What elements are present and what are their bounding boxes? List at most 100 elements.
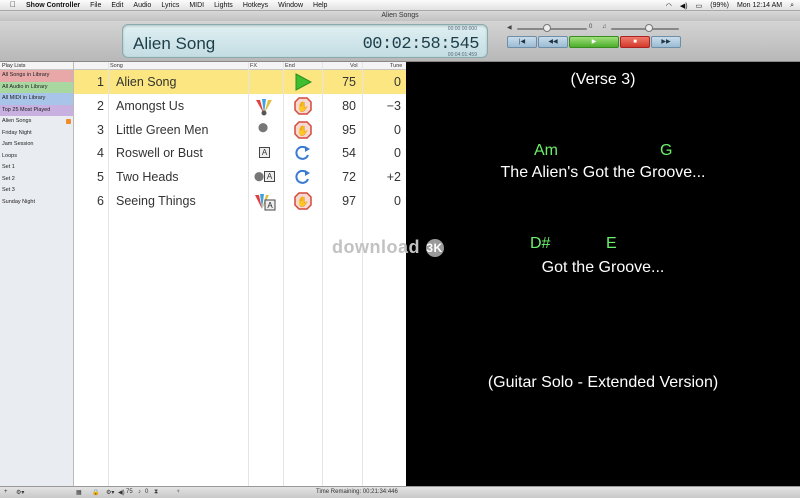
sidebar-item-top-25[interactable]: Top 25 Most Played xyxy=(0,104,73,116)
column-divider xyxy=(108,62,109,486)
fast-forward-button[interactable]: ▶▶ xyxy=(651,36,681,48)
table-row[interactable]: 5 Two Heads ⬤ A 72 +2 xyxy=(74,165,406,189)
menu-app-name[interactable]: Show Controller xyxy=(26,2,80,9)
menu-help[interactable]: Help xyxy=(313,2,327,9)
stop-button[interactable]: ■ xyxy=(620,36,650,48)
column-divider xyxy=(283,62,284,486)
loop-icon[interactable] xyxy=(294,144,312,162)
sidebar-item-loops[interactable]: Loops xyxy=(0,151,73,163)
row-number: 1 xyxy=(97,75,104,89)
menu-lights[interactable]: Lights xyxy=(214,2,233,9)
volume-icon[interactable]: ◀) xyxy=(680,2,688,10)
menu-file[interactable]: File xyxy=(90,2,101,9)
status-volume: 75 xyxy=(126,489,133,495)
tune-value: +2 xyxy=(386,170,401,185)
menu-hotkeys[interactable]: Hotkeys xyxy=(243,2,268,9)
dots-icon[interactable]: ⬤ xyxy=(258,122,268,133)
song-name: Little Green Men xyxy=(116,122,209,137)
pitch-slider-knob[interactable] xyxy=(645,24,653,32)
pitch-icon: ♪ xyxy=(138,489,141,495)
settings-icon[interactable]: ⚙▾ xyxy=(106,489,114,496)
time-remaining: Time Remaining: 00:21:34:446 xyxy=(316,489,398,495)
sidebar-item-set-3[interactable]: Set 3 xyxy=(0,185,73,197)
stop-hand-icon[interactable]: ✋ xyxy=(294,97,312,115)
sidebar-item-jam-session[interactable]: Jam Session xyxy=(0,139,73,151)
sidebar-item-all-midi[interactable]: All MIDI in Library xyxy=(0,93,73,105)
stop-hand-icon[interactable]: ✋ xyxy=(294,120,312,139)
rewind-start-button[interactable]: |◀ xyxy=(507,36,537,48)
wifi-icon[interactable]: ◠ xyxy=(666,2,672,10)
menu-window[interactable]: Window xyxy=(278,2,303,9)
volume-value: 97 xyxy=(342,193,356,208)
table-row[interactable]: 4 Roswell or Bust A 54 0 xyxy=(74,141,406,165)
metronome-icon[interactable]: ⧗ xyxy=(154,489,158,496)
play-icon[interactable] xyxy=(294,73,313,91)
table-row[interactable]: 3 Little Green Men ⬤ ✋ 95 0 xyxy=(74,118,406,142)
sidebar-item-set-2[interactable]: Set 2 xyxy=(0,174,73,186)
table-row[interactable]: 6 Seeing Things A ✋ 97 0 xyxy=(74,189,406,213)
row-number: 6 xyxy=(97,193,104,208)
apple-icon[interactable]:  xyxy=(10,1,18,9)
tune-value: 0 xyxy=(394,122,401,137)
lyrics-line: Got the Groove... xyxy=(541,259,665,276)
volume-slider[interactable] xyxy=(517,28,587,30)
lights-status-icon[interactable]: ♆ xyxy=(176,489,181,495)
sidebar-item-set-1[interactable]: Set 1 xyxy=(0,162,73,174)
lock-icon[interactable]: 🔒 xyxy=(92,489,99,496)
tune-value: −3 xyxy=(386,98,401,113)
sidebar-item-friday-night[interactable]: Friday Night xyxy=(0,128,73,140)
column-header-fx[interactable]: FX xyxy=(250,63,257,69)
column-header-song[interactable]: Song xyxy=(110,63,123,69)
volume-slider-knob[interactable] xyxy=(543,24,551,32)
grid-view-icon[interactable]: ▦ xyxy=(76,489,82,496)
svg-text:A: A xyxy=(267,201,273,210)
rewind-button[interactable]: ◀◀ xyxy=(538,36,568,48)
row-number: 5 xyxy=(97,170,104,185)
column-divider xyxy=(248,62,249,486)
song-name: Seeing Things xyxy=(116,193,196,208)
sidebar-item-all-audio[interactable]: All Audio in Library xyxy=(0,81,73,93)
chord-label: G xyxy=(660,142,673,159)
loop-icon[interactable] xyxy=(294,168,312,186)
spotlight-icon[interactable]: ⌕ xyxy=(790,2,794,10)
tune-value: 0 xyxy=(394,193,401,208)
menu-audio[interactable]: Audio xyxy=(133,2,151,9)
table-row[interactable]: 1 Alien Song 75 0 xyxy=(74,70,406,94)
speaker-icon: ◀) xyxy=(118,490,125,496)
menu-clock[interactable]: Mon 12:14 AM xyxy=(737,2,782,9)
elapsed-time: 00:00:00:000 xyxy=(447,26,477,32)
column-header-tune[interactable]: Tune xyxy=(390,63,402,69)
lyrics-footer: (Guitar Solo - Extended Version) xyxy=(487,374,719,391)
lights-text-fx-icon[interactable]: A xyxy=(254,193,276,213)
menu-edit[interactable]: Edit xyxy=(111,2,123,9)
svg-text:✋: ✋ xyxy=(297,195,309,208)
row-number: 2 xyxy=(97,98,104,113)
slider-value-a: 0 xyxy=(589,24,593,30)
column-header-vol[interactable]: Vol xyxy=(350,63,358,69)
column-header-end[interactable]: End xyxy=(285,63,295,69)
table-row[interactable]: 2 Amongst Us ✋ 80 −3 xyxy=(74,94,406,118)
watermark-logo: 3K xyxy=(425,239,444,258)
add-icon[interactable]: + xyxy=(4,489,8,495)
watermark-text: download xyxy=(332,237,420,257)
status-pitch: 0 xyxy=(145,489,149,495)
sidebar-item-all-songs[interactable]: All Songs in Library xyxy=(0,70,73,82)
total-time: 00:04:01:459 xyxy=(447,52,477,58)
dots-text-fx-icon[interactable]: ⬤ A xyxy=(254,171,276,183)
lights-icon[interactable] xyxy=(254,98,274,118)
sidebar-item-alien-songs[interactable]: Alien Songs xyxy=(0,116,73,128)
column-divider xyxy=(362,62,363,486)
sidebar-item-label: Alien Songs xyxy=(2,118,32,124)
play-button[interactable]: ▶ xyxy=(569,36,619,48)
menu-midi[interactable]: MIDI xyxy=(189,2,204,9)
text-fx-icon[interactable]: A xyxy=(259,147,270,159)
watermark: download 3K xyxy=(332,237,444,258)
tune-value: 0 xyxy=(394,146,401,161)
stop-hand-icon[interactable]: ✋ xyxy=(294,192,312,210)
current-song-title: Alien Song xyxy=(133,34,216,53)
gear-icon[interactable]: ⚙▾ xyxy=(16,489,24,496)
lyrics-line: The Alien's Got the Groove... xyxy=(500,164,706,181)
battery-icon[interactable]: ▭ xyxy=(696,2,703,10)
sidebar-item-sunday-night[interactable]: Sunday Night xyxy=(0,197,73,209)
menu-lyrics[interactable]: Lyrics xyxy=(161,2,179,9)
